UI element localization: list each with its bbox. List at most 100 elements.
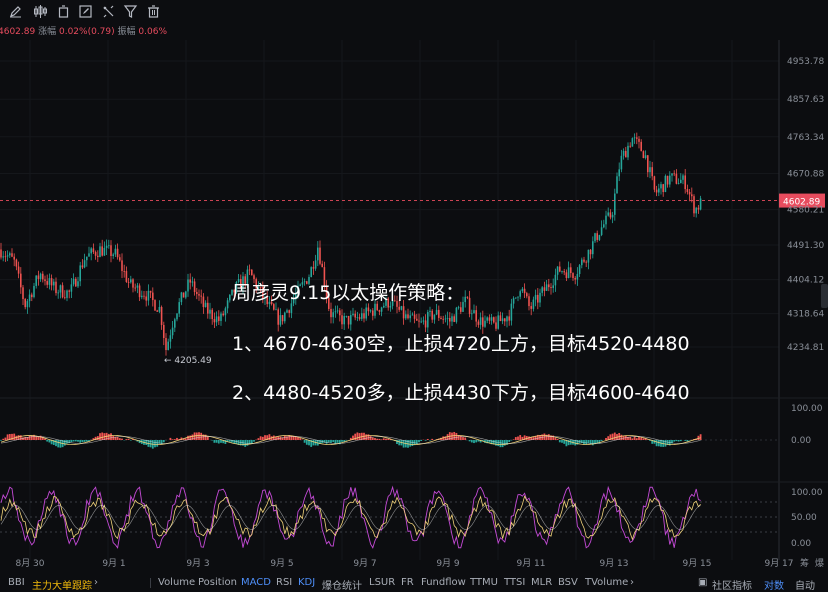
tab-tvolume[interactable]: TVolume (585, 577, 628, 588)
macd-bar (519, 435, 521, 440)
candle-body (150, 291, 152, 293)
candle-body (614, 194, 616, 215)
candle-body (546, 284, 548, 290)
macd-bar (299, 438, 301, 440)
candle-body (484, 321, 486, 327)
candle-body (251, 270, 253, 275)
candle-body (18, 267, 20, 274)
candle-body (612, 215, 614, 218)
macd-bar (110, 433, 112, 440)
candle-body (280, 315, 282, 325)
candle-body (352, 314, 354, 315)
candle-body (398, 307, 400, 310)
panel-resize-handle[interactable] (821, 284, 828, 308)
candle-body (601, 227, 603, 235)
candle-body (200, 296, 202, 297)
candle-body (40, 274, 42, 279)
tab-position[interactable]: Position (198, 577, 237, 588)
candle-body (29, 295, 31, 302)
macd-bar (656, 440, 658, 446)
candle-body (517, 297, 519, 298)
tab-bbi[interactable]: BBI (8, 577, 25, 588)
tab-fr[interactable]: FR (401, 577, 414, 588)
candle-body (583, 260, 585, 262)
candle-body (442, 319, 444, 320)
tab-macd[interactable]: MACD (241, 577, 271, 588)
price-axis-label: 4404.12 (787, 276, 824, 286)
tab-fundflow[interactable]: Fundflow (421, 577, 466, 588)
chevron-right-icon[interactable]: › (94, 577, 98, 588)
candle-body (176, 314, 178, 320)
time-axis-extra: 筹 (800, 557, 809, 569)
macd-bar (64, 440, 66, 446)
chevron-right-icon-2[interactable]: › (630, 577, 634, 588)
candle-body (618, 169, 620, 176)
candle-body (524, 289, 526, 293)
candle-body (574, 278, 576, 280)
tab-bsv[interactable]: BSV (558, 577, 578, 588)
time-axis-label: 9月 7 (353, 558, 376, 569)
macd-bar (264, 435, 266, 440)
macd-bar (515, 437, 517, 440)
candle-body (418, 321, 420, 322)
candle-body (581, 260, 583, 266)
candle-body (649, 167, 651, 172)
candle-body (656, 190, 658, 193)
tab-ttsi[interactable]: TTSI (504, 577, 525, 588)
edit-icon[interactable] (78, 4, 93, 19)
candle-body (634, 137, 636, 138)
pencil-icon[interactable] (8, 4, 23, 19)
macd-bar (621, 435, 623, 440)
candle-body (667, 176, 669, 185)
macd-bar (504, 440, 506, 446)
candle-body (420, 322, 422, 323)
candle-body (192, 281, 194, 282)
macd-bar (200, 433, 202, 440)
tab-mlr[interactable]: MLR (531, 577, 552, 588)
candle-body (115, 249, 117, 255)
macd-bar (471, 440, 473, 442)
info-change-value: 0.02%(0.79) (59, 27, 115, 37)
tab-rsi[interactable]: RSI (276, 577, 292, 588)
tab-lsur[interactable]: LSUR (369, 577, 395, 588)
candle-body (577, 274, 579, 280)
magnet-icon[interactable] (101, 4, 116, 19)
macd-bar (174, 439, 176, 440)
macd-bar (555, 438, 557, 440)
tab-volume[interactable]: Volume (158, 577, 195, 588)
candle-body (469, 298, 471, 314)
candle-body (319, 248, 321, 264)
kdj-axis-label: 50.00 (791, 513, 817, 523)
candle-body (528, 296, 530, 306)
candle-body (55, 282, 57, 293)
candle-body (390, 306, 392, 308)
candle-body (53, 282, 55, 286)
filter-icon[interactable] (123, 4, 138, 19)
macd-bar (346, 440, 348, 441)
tab-ttmu[interactable]: TTMU (470, 577, 498, 588)
macd-bar (368, 434, 370, 440)
candle-body (438, 310, 440, 318)
macd-bar (500, 440, 502, 447)
lock-icon[interactable] (56, 4, 71, 19)
trash-icon[interactable] (146, 4, 161, 19)
candle-body (682, 175, 684, 179)
price-axis-label: 4953.78 (787, 57, 824, 67)
candle-body (412, 315, 414, 316)
macd-bar (306, 440, 308, 445)
candles-icon[interactable] (33, 4, 48, 19)
settings-icon[interactable]: ▣ (698, 577, 707, 588)
candle-body (73, 279, 75, 285)
candle-body (491, 317, 493, 321)
macd-bar (38, 437, 40, 440)
candle-body (194, 281, 196, 292)
candle-body (530, 306, 532, 309)
candle-body (445, 319, 447, 320)
time-axis-label: 9月 11 (516, 558, 545, 569)
macd-bar (13, 434, 15, 440)
tab-kdj[interactable]: KDJ (298, 577, 315, 588)
macd-bar (513, 439, 515, 440)
macd-axis-label: 0.00 (791, 436, 811, 446)
macd-bar (601, 440, 603, 441)
candle-body (638, 139, 640, 142)
